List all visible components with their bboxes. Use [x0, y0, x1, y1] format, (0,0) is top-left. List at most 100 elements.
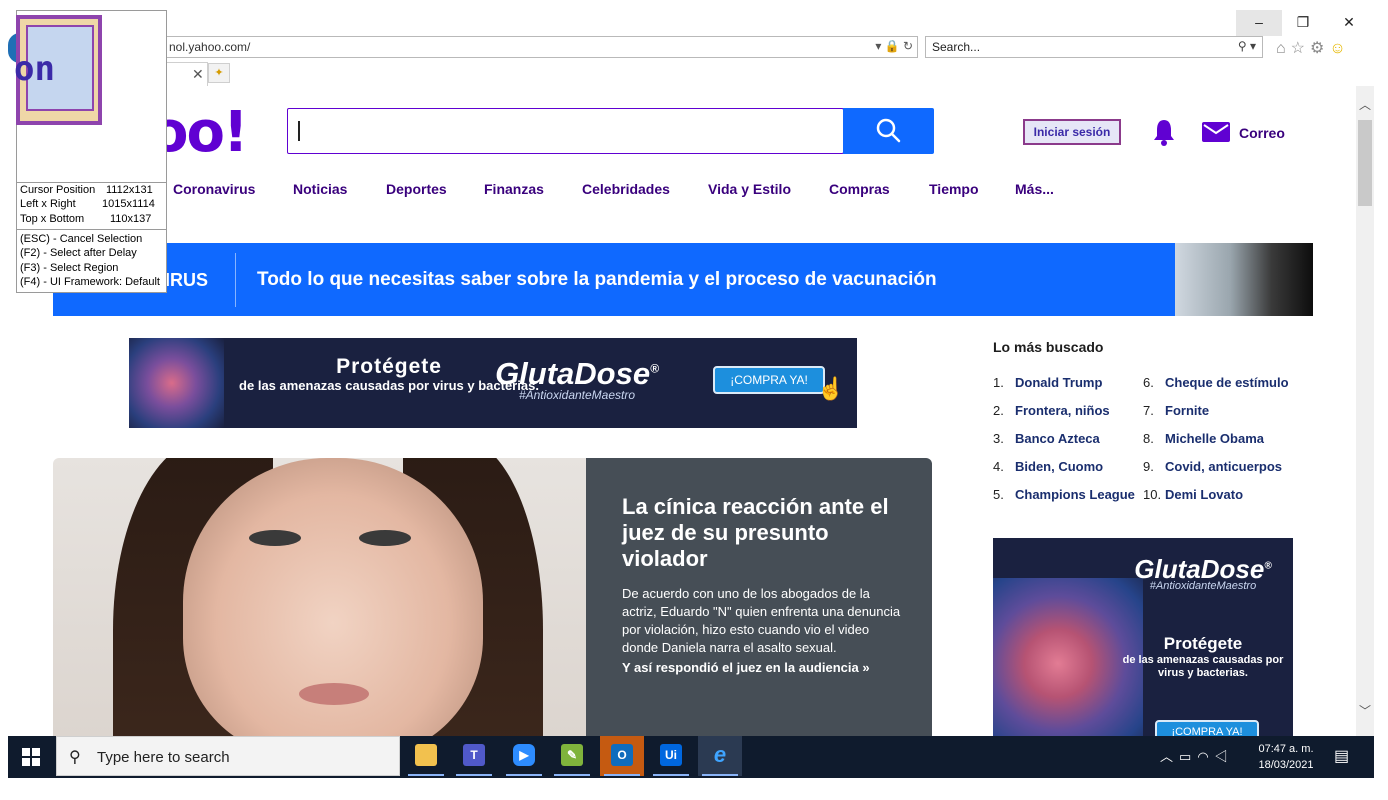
nav-deportes[interactable]: Deportes	[386, 181, 447, 197]
tab-close-icon[interactable]: ✕	[192, 66, 204, 83]
minimize-button[interactable]: –	[1236, 10, 1282, 36]
yahoo-search-button[interactable]	[843, 108, 934, 154]
address-text: nol.yahoo.com/	[169, 40, 251, 54]
browser-search-box[interactable]: Search... ⚲ ▾	[925, 36, 1263, 58]
zoom-icon: ▶	[513, 744, 535, 766]
scroll-down-icon[interactable]: ﹀	[1356, 702, 1374, 719]
ad-cta-button[interactable]: ¡COMPRA YA!	[1155, 720, 1259, 736]
zoom-app[interactable]: ▶	[502, 736, 546, 776]
restore-button[interactable]: ❐	[1280, 10, 1326, 36]
glutadose-ad-banner[interactable]: Protégete de las amenazas causadas por v…	[129, 338, 857, 428]
toolbar-icons[interactable]: ⌂☆⚙☺	[1276, 38, 1351, 58]
scroll-thumb[interactable]	[1358, 120, 1372, 206]
trending-item[interactable]: Fornite	[1165, 403, 1209, 418]
nav-finanzas[interactable]: Finanzas	[484, 181, 544, 197]
outlook-icon: O	[611, 744, 633, 766]
story-image[interactable]	[53, 458, 586, 736]
bell-icon[interactable]	[1152, 118, 1176, 151]
new-tab-button[interactable]: ✦	[208, 63, 230, 83]
trending-item[interactable]: Cheque de estímulo	[1165, 375, 1289, 390]
favorites-icon[interactable]: ☆	[1291, 40, 1310, 57]
notepad-app[interactable]: ✎	[550, 736, 594, 776]
text-caret	[298, 121, 300, 141]
ad-subline: de las amenazas causadas por virus y bac…	[1122, 654, 1284, 679]
nav-compras[interactable]: Compras	[829, 181, 890, 197]
taskbar-search-placeholder: Type here to search	[97, 749, 230, 766]
nav-mas[interactable]: Más...	[1015, 181, 1054, 197]
trending-item[interactable]: Demi Lovato	[1165, 487, 1243, 502]
ie-icon: e	[713, 742, 727, 767]
story-description: De acuerdo con uno de los abogados de la…	[622, 586, 901, 655]
search-dropdown-icon[interactable]: ⚲ ▾	[1238, 39, 1256, 53]
nav-coronavirus[interactable]: Coronavirus	[173, 181, 255, 197]
notification-icon[interactable]: ▤	[1334, 746, 1349, 766]
close-button[interactable]: ✕	[1326, 10, 1372, 36]
trending-item[interactable]: Champions League	[1015, 487, 1135, 502]
mail-link[interactable]: Correo	[1239, 125, 1285, 141]
taskbar-search[interactable]: ⚲ Type here to search	[56, 736, 400, 776]
trending-item[interactable]: Banco Azteca	[1015, 431, 1100, 446]
trending-item[interactable]: Biden, Cuomo	[1015, 459, 1103, 474]
gear-icon[interactable]: ⚙	[1310, 40, 1329, 57]
teams-app[interactable]: T	[452, 736, 496, 776]
clock-time: 07:47 a. m.	[1258, 743, 1314, 755]
address-controls[interactable]: ▾ 🔒 ↻	[875, 39, 913, 53]
clock[interactable]: 07:47 a. m. 18/03/2021	[1256, 741, 1316, 773]
nav-tiempo[interactable]: Tiempo	[929, 181, 979, 197]
magnifier-preview: on	[14, 15, 102, 125]
trending-item[interactable]: Michelle Obama	[1165, 431, 1264, 446]
trending-item[interactable]: Frontera, niños	[1015, 403, 1110, 418]
tool-value: 110x137	[110, 213, 152, 225]
glutadose-side-ad[interactable]: GlutaDose® #AntioxidanteMaestro Protéget…	[993, 538, 1293, 736]
story-link[interactable]: Y así respondió el juez en la audiencia …	[622, 660, 870, 675]
wifi-icon[interactable]: ◠	[1197, 749, 1214, 764]
file-explorer-app[interactable]	[404, 736, 448, 776]
vertical-scrollbar[interactable]: ︿ ﹀	[1356, 86, 1374, 736]
trending-item[interactable]: Covid, anticuerpos	[1165, 459, 1282, 474]
speaker-icon[interactable]: ◁	[1215, 749, 1234, 764]
nav-celebridades[interactable]: Celebridades	[582, 181, 670, 197]
chevron-up-icon[interactable]: ︿	[1160, 749, 1179, 764]
folder-icon	[415, 744, 437, 766]
trending-number: 1.	[993, 375, 1004, 390]
tool-label: Left x Right	[20, 198, 76, 210]
yahoo-search-input[interactable]	[287, 108, 844, 154]
active-indicator	[604, 774, 640, 776]
windows-start-icon[interactable]	[22, 748, 40, 771]
ad-cta-button[interactable]: ¡COMPRA YA!	[713, 366, 825, 394]
search-icon	[876, 118, 901, 143]
search-icon: ⚲	[69, 749, 81, 766]
tool-label: Cursor Position	[20, 184, 96, 196]
nav-vida-y-estilo[interactable]: Vida y Estilo	[708, 181, 791, 197]
signin-button[interactable]: Iniciar sesión	[1023, 119, 1121, 145]
ad-tagline: #AntioxidanteMaestro	[1149, 580, 1257, 592]
outlook-app[interactable]: O	[600, 736, 644, 776]
magnifier-text: on	[14, 49, 55, 89]
uipath-app[interactable]: Ui	[649, 736, 693, 776]
mail-icon[interactable]	[1202, 122, 1230, 147]
active-indicator	[554, 774, 590, 776]
tool-label: Top x Bottom	[20, 213, 85, 225]
trending-item[interactable]: Donald Trump	[1015, 375, 1102, 390]
scroll-up-icon[interactable]: ︿	[1356, 96, 1374, 113]
trending-number: 4.	[993, 459, 1004, 474]
teams-icon: T	[463, 744, 485, 766]
ad-headline: Protégete	[1163, 634, 1243, 653]
tool-shortcut: (F2) - Select after Delay	[20, 247, 137, 259]
story-title[interactable]: La cínica reacción ante el juez de su pr…	[622, 494, 912, 572]
trending-number: 9.	[1143, 459, 1154, 474]
home-icon[interactable]: ⌂	[1276, 40, 1291, 57]
right-eye	[359, 530, 411, 546]
tool-shortcut: (F4) - UI Framework: Default	[20, 276, 160, 288]
browser-search-placeholder: Search...	[932, 40, 981, 54]
bottom-strip	[0, 778, 1388, 800]
system-tray[interactable]: ︿▭◠◁	[1160, 746, 1234, 765]
address-bar[interactable]: nol.yahoo.com/ ▾ 🔒 ↻	[150, 36, 918, 58]
trending-number: 6.	[1143, 375, 1154, 390]
nav-noticias[interactable]: Noticias	[293, 181, 347, 197]
covid-banner[interactable]: IRUS Todo lo que necesitas saber sobre l…	[53, 243, 1313, 316]
internet-explorer-app[interactable]: e	[698, 736, 742, 776]
trending-title: Lo más buscado	[993, 339, 1104, 355]
smiley-icon[interactable]: ☺	[1329, 40, 1350, 57]
battery-icon[interactable]: ▭	[1179, 749, 1197, 764]
